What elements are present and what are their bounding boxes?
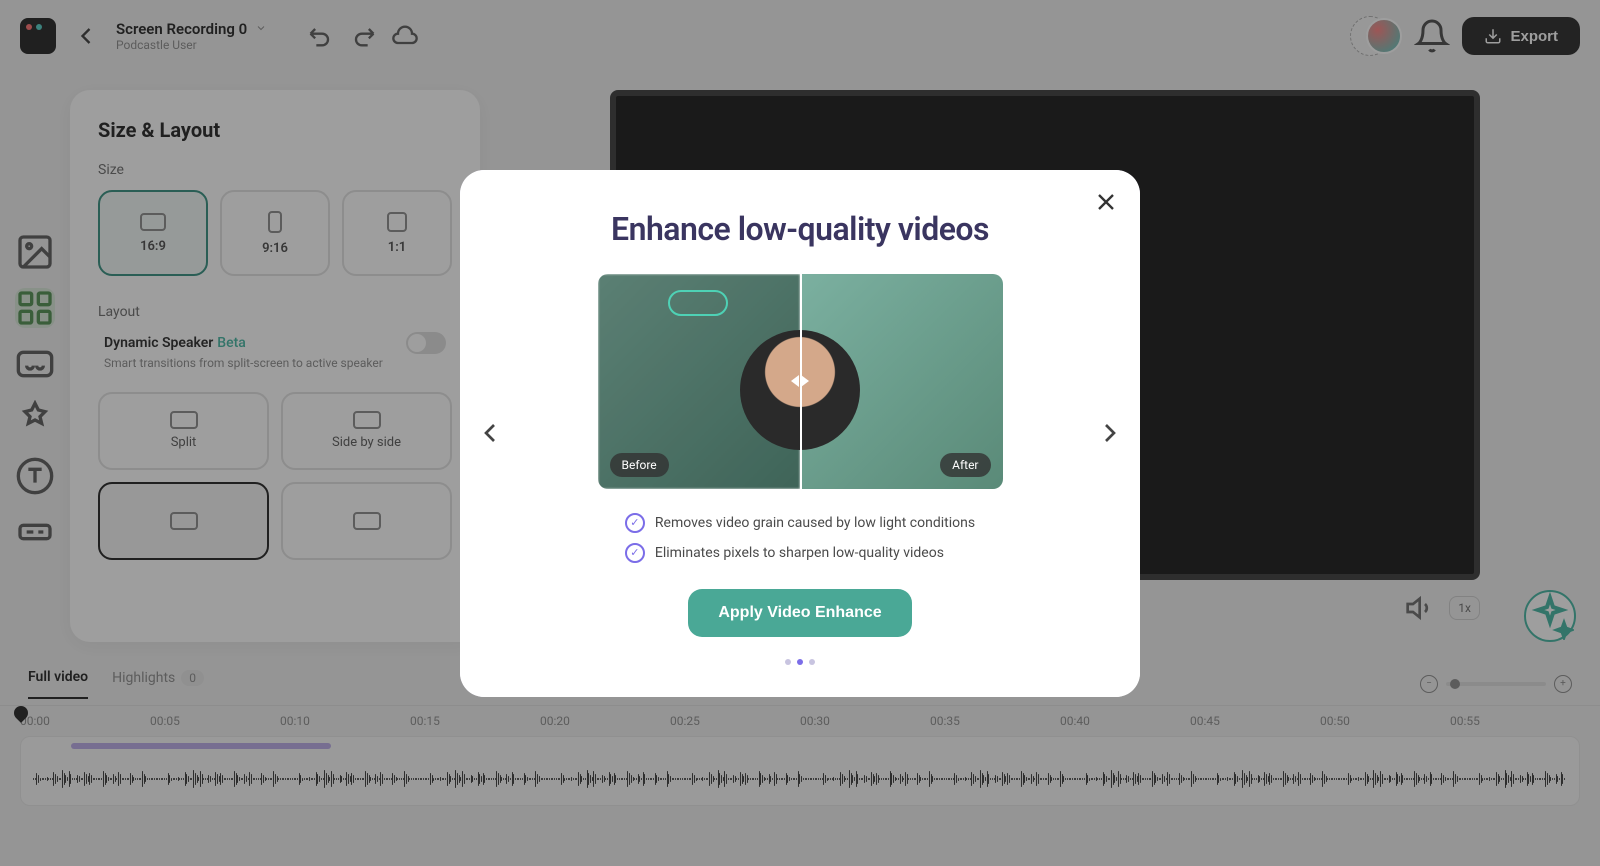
compare-handle[interactable] xyxy=(791,375,809,387)
dot-active[interactable] xyxy=(797,659,803,665)
enhance-modal: Enhance low-quality videos Before After … xyxy=(460,170,1140,697)
dot[interactable] xyxy=(809,659,815,665)
modal-close-button[interactable] xyxy=(1092,188,1120,216)
before-after-slider[interactable]: Before After xyxy=(598,274,1003,489)
feature-item: ✓ Eliminates pixels to sharpen low-quali… xyxy=(625,543,975,563)
dot[interactable] xyxy=(785,659,791,665)
neon-decoration xyxy=(668,290,728,316)
apply-video-enhance-button[interactable]: Apply Video Enhance xyxy=(688,589,911,637)
modal-next-button[interactable] xyxy=(1094,417,1126,449)
feature-item: ✓ Removes video grain caused by low ligh… xyxy=(625,513,975,533)
check-icon: ✓ xyxy=(625,513,645,533)
before-label: Before xyxy=(610,453,669,477)
feature-list: ✓ Removes video grain caused by low ligh… xyxy=(625,513,975,563)
modal-overlay[interactable]: Enhance low-quality videos Before After … xyxy=(0,0,1600,866)
check-icon: ✓ xyxy=(625,543,645,563)
modal-title: Enhance low-quality videos xyxy=(510,210,1090,248)
after-label: After xyxy=(940,453,990,477)
carousel-dots xyxy=(510,659,1090,665)
modal-prev-button[interactable] xyxy=(474,417,506,449)
